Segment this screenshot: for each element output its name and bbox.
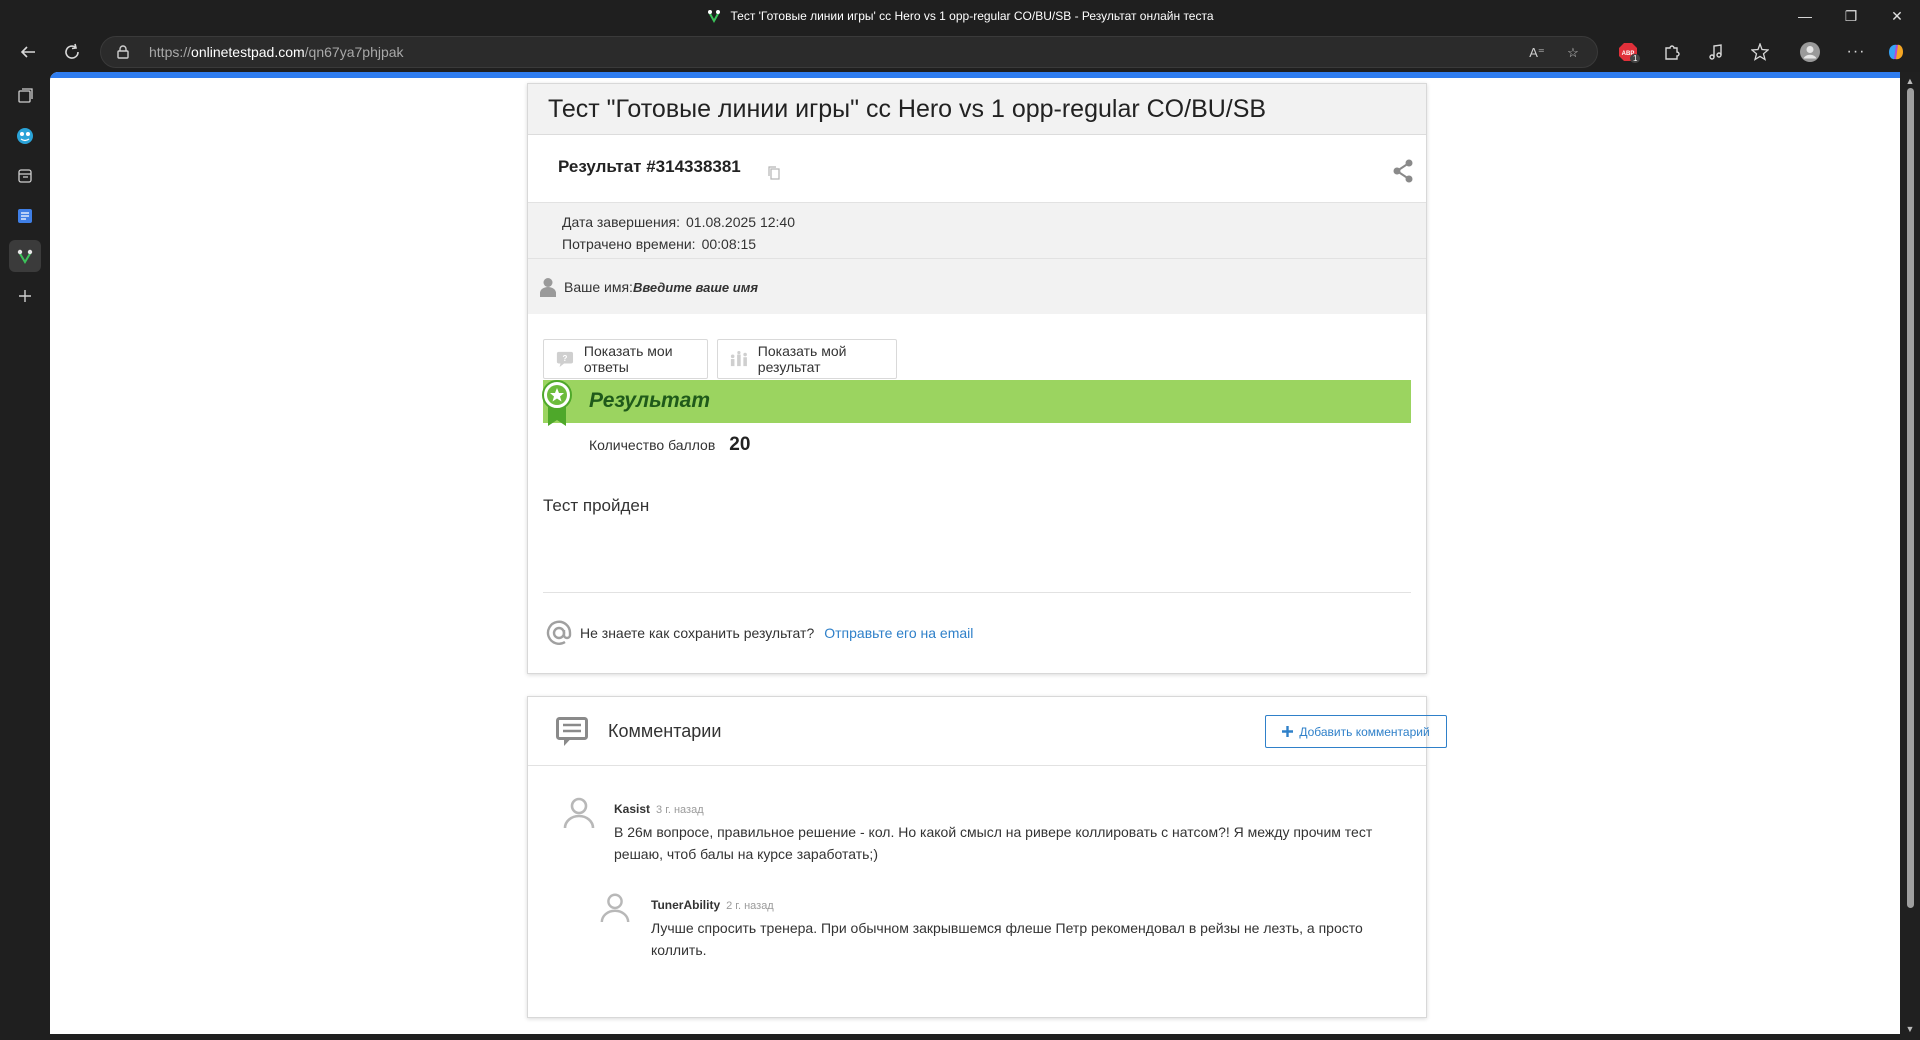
collections-icon [18, 169, 32, 183]
result-id-row: Результат #314338381 [528, 135, 1426, 203]
result-meta: Дата завершения: 01.08.2025 12:40 Потраче… [528, 203, 1426, 259]
at-sign-icon [546, 620, 572, 645]
score-label: Количество баллов [589, 437, 716, 453]
test-title: Тест "Готовые линии игры" cc Hero vs 1 o… [548, 94, 1267, 123]
favorite-star-icon[interactable]: ☆ [1557, 41, 1589, 65]
svg-text:?: ? [562, 354, 567, 363]
profile-button[interactable] [1794, 36, 1826, 68]
scroll-down-icon[interactable]: ▼ [1905, 1024, 1915, 1034]
page-scrollbar[interactable]: ▲ ▼ [1900, 72, 1920, 1040]
show-result-button[interactable]: Показать мой результат [717, 339, 897, 379]
minimize-button[interactable]: — [1782, 0, 1828, 32]
person-icon [540, 278, 556, 297]
site-favicon-icon [708, 10, 721, 24]
document-icon [18, 209, 32, 223]
comment-text: Лучше спросить тренера. При обычном закр… [651, 920, 1363, 958]
browser-toolbar: https://onlinetestpad.com/qn67ya7phjpak … [0, 32, 1920, 72]
result-card: Тест "Готовые линии игры" cc Hero vs 1 o… [527, 83, 1427, 674]
finish-date-row: Дата завершения: 01.08.2025 12:40 [562, 214, 795, 230]
user-avatar-icon [563, 797, 595, 829]
page-top-accent-bar [50, 72, 1900, 78]
restore-button[interactable]: ❐ [1828, 0, 1874, 32]
comment-author[interactable]: Kasist [614, 802, 650, 816]
divider [543, 592, 1411, 593]
onlinetestpad-icon [17, 249, 33, 264]
result-heading: Результат [589, 389, 711, 412]
copy-icon[interactable] [768, 166, 780, 180]
sidebar-tab-actions[interactable] [9, 80, 41, 112]
result-banner: Результат [543, 380, 1411, 423]
comment-time: 2 г. назад [726, 900, 774, 912]
comments-card: Комментарии Добавить комментарий Kasist 3… [527, 696, 1447, 1018]
address-bar[interactable]: https://onlinetestpad.com/qn67ya7phjpak … [100, 36, 1598, 68]
comment-reply-item: TunerAbility 2 г. назад Лучше спросить тр… [599, 890, 1409, 970]
read-aloud-icon[interactable]: A⁼ [1521, 41, 1553, 65]
lock-icon [117, 45, 129, 59]
finish-date-value: 01.08.2025 12:40 [686, 214, 795, 230]
extensions-button[interactable] [1656, 36, 1688, 68]
time-spent-row: Потрачено времени: 00:08:15 [562, 236, 757, 252]
add-comment-button[interactable]: Добавить комментарий [1265, 715, 1447, 748]
url-text[interactable]: https://onlinetestpad.com/qn67ya7phjpak [149, 37, 404, 67]
user-name-row: Ваше имя:Введите ваше имя [528, 259, 1426, 314]
plus-icon [19, 290, 31, 302]
adblock-extension-button[interactable]: ABP 1 [1612, 36, 1644, 68]
score-row: Количество баллов 20 [589, 434, 750, 456]
comment-text: В 26м вопросе, правильное решение - кол.… [614, 824, 1373, 862]
window-title: Тест 'Готовые линии игры' cc Hero vs 1 o… [0, 0, 1920, 32]
sidebar-item-collections[interactable] [9, 160, 41, 192]
window-titlebar: Тест 'Готовые линии игры' cc Hero vs 1 o… [0, 0, 1920, 32]
settings-more-button[interactable]: ··· [1840, 36, 1872, 68]
sidebar-item-docs[interactable] [9, 200, 41, 232]
comments-title: Комментарии [608, 721, 722, 741]
award-ribbon-icon [542, 380, 572, 426]
puzzle-icon [1665, 45, 1680, 60]
adblock-badge: 1 [1630, 54, 1641, 63]
question-bubble-icon: ? [556, 351, 574, 368]
tab-actions-icon [18, 88, 33, 103]
save-question-text: Не знаете как сохранить результат? [580, 625, 815, 641]
sidebar-add-button[interactable] [9, 280, 41, 312]
page-viewport: Тест "Готовые линии игры" cc Hero vs 1 o… [50, 72, 1900, 1034]
comment-bubble-icon [556, 717, 588, 746]
scrollbar-thumb[interactable] [1907, 88, 1914, 908]
back-arrow-icon [20, 46, 35, 58]
share-icon[interactable] [1392, 159, 1414, 183]
refresh-icon [65, 43, 79, 59]
send-email-link[interactable]: Отправьте его на email [824, 625, 973, 641]
people-chart-icon [730, 350, 747, 367]
comment-item: Kasist 3 г. назад В 26м вопросе, правильн… [562, 795, 1412, 875]
back-button[interactable] [12, 36, 44, 68]
scroll-up-icon[interactable]: ▲ [1905, 76, 1915, 86]
favorites-star-list-icon [1751, 43, 1769, 61]
name-input[interactable]: Введите ваше имя [633, 280, 758, 295]
window-title-text: Тест 'Готовые линии игры' cc Hero vs 1 o… [730, 9, 1214, 23]
plus-icon [1282, 726, 1294, 737]
save-result-row: Не знаете как сохранить результат? Отпра… [546, 620, 973, 646]
comments-header: Комментарии Добавить комментарий [528, 697, 1447, 766]
test-passed-text: Тест пройден [543, 496, 650, 515]
more-dots-icon: ··· [1846, 43, 1866, 60]
user-avatar-icon [600, 893, 630, 923]
name-label: Ваше имя: [564, 279, 633, 295]
result-id: Результат #314338381 [558, 157, 741, 176]
refresh-button[interactable] [56, 36, 88, 68]
comment-time: 3 г. назад [656, 804, 704, 816]
test-title-header: Тест "Готовые линии игры" cc Hero vs 1 o… [528, 84, 1426, 135]
close-window-button[interactable]: ✕ [1874, 0, 1920, 32]
copilot-button[interactable] [1880, 36, 1912, 68]
favorites-button[interactable] [1744, 36, 1776, 68]
browser-sidebar [0, 72, 50, 1040]
score-value: 20 [729, 434, 751, 455]
media-button[interactable] [1700, 36, 1732, 68]
music-note-icon [1709, 44, 1722, 60]
sidebar-item-onlinetestpad[interactable] [9, 240, 41, 272]
copilot-icon [1889, 44, 1903, 60]
profile-avatar-icon [1800, 42, 1820, 62]
time-spent-value: 00:08:15 [701, 236, 757, 252]
show-answers-button[interactable]: ? Показать мои ответы [543, 339, 708, 379]
sidebar-item-web[interactable] [9, 120, 41, 152]
globe-icon [17, 128, 33, 144]
comment-author[interactable]: TunerAbility [651, 898, 720, 912]
